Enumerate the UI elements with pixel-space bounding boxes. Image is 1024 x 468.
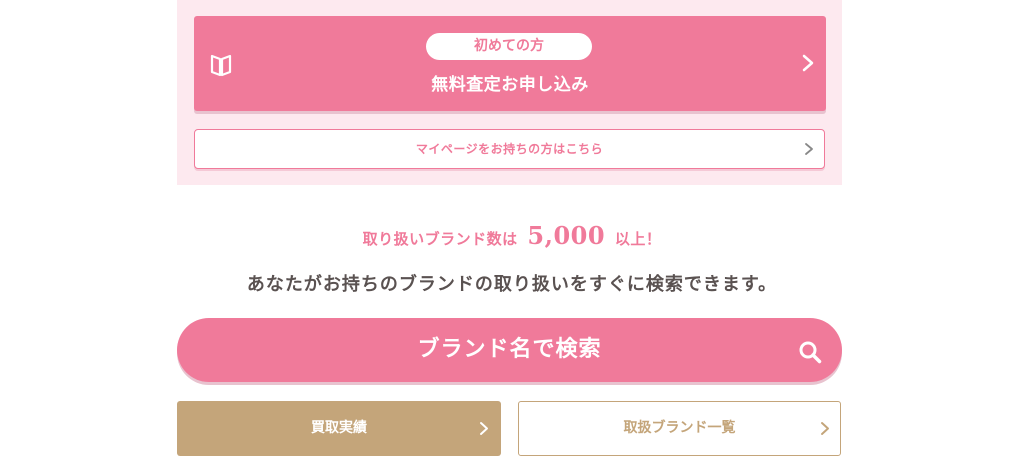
first-time-badge: 初めての方 — [426, 33, 592, 60]
brand-search-button[interactable]: ブランド名で検索 — [177, 318, 842, 382]
chevron-right-icon — [480, 422, 488, 435]
chevron-right-icon — [821, 422, 829, 435]
brand-count-heading: 取り扱いブランド数は 5,000 以上！ — [0, 221, 1024, 250]
brand-count-suffix: 以上！ — [614, 230, 662, 248]
brand-list-label: 取扱ブランド一覧 — [623, 420, 736, 436]
chevron-right-icon — [802, 54, 814, 72]
chevron-right-icon — [805, 143, 813, 155]
brand-count-number: 5,000 — [527, 221, 606, 250]
free-appraisal-button[interactable] — [194, 16, 826, 111]
brand-count-prefix: 取り扱いブランド数は — [362, 230, 518, 248]
mypage-label: マイページをお持ちの方はこちら — [415, 142, 604, 156]
mypage-button[interactable]: マイページをお持ちの方はこちら — [194, 129, 825, 169]
free-appraisal-label: 無料査定お申し込み — [431, 75, 589, 95]
brand-list-button[interactable]: 取扱ブランド一覧 — [518, 401, 841, 456]
purchase-results-label: 買取実績 — [311, 420, 367, 436]
brand-search-label: ブランド名で検索 — [417, 337, 602, 362]
brand-search-description: あなたがお持ちのブランドの取り扱いをすぐに検索できます。 — [246, 274, 778, 295]
purchase-results-button[interactable]: 買取実績 — [177, 401, 501, 456]
search-icon — [799, 341, 822, 364]
